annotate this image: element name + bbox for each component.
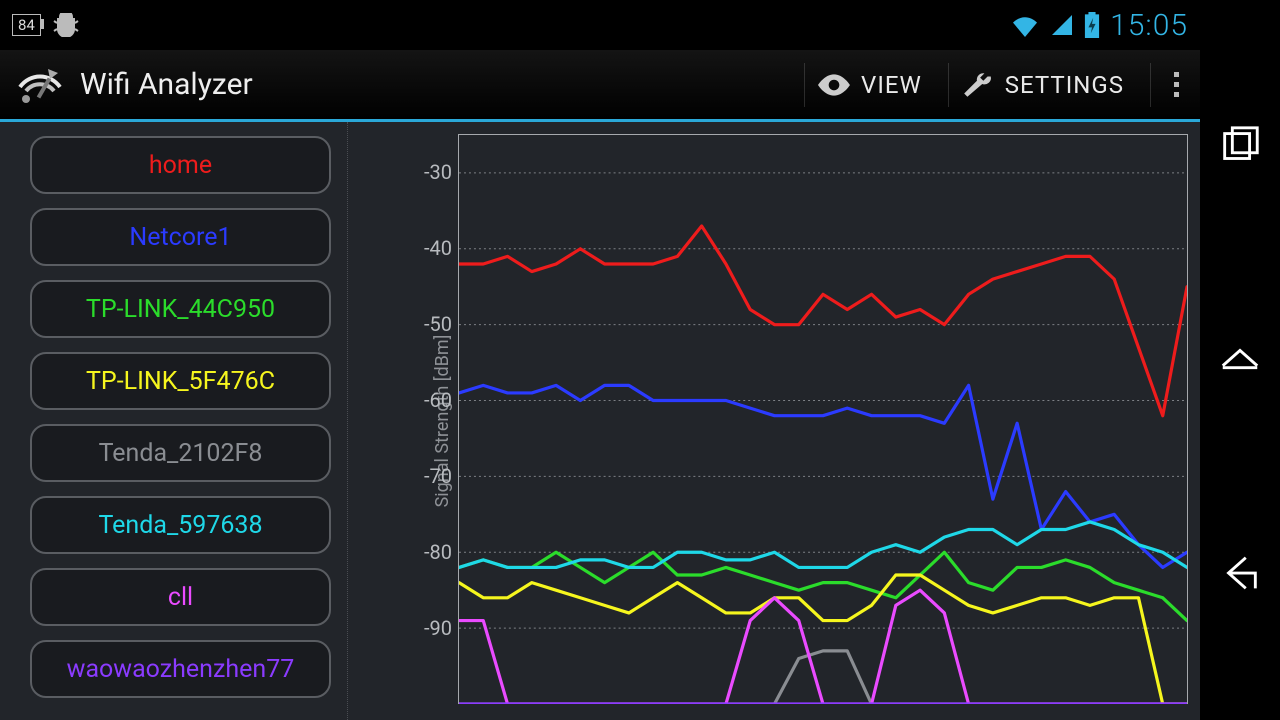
network-item[interactable]: TP-LINK_5F476C xyxy=(30,352,331,410)
network-name: cll xyxy=(168,583,193,612)
y-tick-label: -30 xyxy=(424,160,452,184)
network-item[interactable]: Tenda_2102F8 xyxy=(30,424,331,482)
y-tick-label: -60 xyxy=(424,388,452,412)
app-title: Wifi Analyzer xyxy=(80,67,790,102)
y-tick-label: -70 xyxy=(424,464,452,488)
signal-chart xyxy=(458,134,1188,704)
y-tick-label: -80 xyxy=(424,540,452,564)
y-tick-label: -40 xyxy=(424,236,452,260)
recent-apps-icon[interactable] xyxy=(1217,124,1263,170)
wrench-icon xyxy=(961,71,995,99)
y-tick-label: -90 xyxy=(424,616,452,640)
network-name: Tenda_2102F8 xyxy=(99,439,263,468)
system-nav-bar xyxy=(1200,0,1280,720)
network-name: TP-LINK_44C950 xyxy=(86,295,275,324)
app-icon xyxy=(14,63,66,107)
battery-level-box: 84 xyxy=(12,14,41,36)
battery-charging-icon xyxy=(1084,12,1100,38)
network-name: Tenda_597638 xyxy=(98,511,262,540)
network-name: TP-LINK_5F476C xyxy=(86,367,275,396)
action-bar: Wifi Analyzer VIEW SETTINGS xyxy=(0,50,1200,122)
wifi-status-icon xyxy=(1010,13,1040,37)
network-item[interactable]: Tenda_597638 xyxy=(30,496,331,554)
chart-area[interactable]: Signal Strength [dBm] -30-40-50-60-70-80… xyxy=(348,122,1200,720)
main-content: home Netcore1 TP-LINK_44C950 TP-LINK_5F476C… xyxy=(0,122,1200,720)
eye-icon xyxy=(817,71,851,99)
settings-label: SETTINGS xyxy=(1005,71,1124,99)
home-icon[interactable] xyxy=(1217,337,1263,383)
network-item[interactable]: cll xyxy=(30,568,331,626)
cell-signal-icon xyxy=(1050,13,1074,37)
network-item[interactable]: Netcore1 xyxy=(30,208,331,266)
series-line xyxy=(459,590,1187,704)
android-status-bar: 84 15:05 xyxy=(0,0,1200,50)
view-label: VIEW xyxy=(861,71,922,99)
network-name: Netcore1 xyxy=(129,223,231,252)
series-line xyxy=(459,575,1187,704)
android-debug-icon xyxy=(51,13,81,37)
network-name: waowaozhenzhen77 xyxy=(67,655,295,684)
network-item[interactable]: home xyxy=(30,136,331,194)
network-item[interactable]: TP-LINK_44C950 xyxy=(30,280,331,338)
series-line xyxy=(459,651,1187,704)
overflow-menu-button[interactable] xyxy=(1150,63,1190,107)
back-icon[interactable] xyxy=(1217,550,1263,596)
network-item[interactable]: waowaozhenzhen77 xyxy=(30,640,331,698)
network-list: home Netcore1 TP-LINK_44C950 TP-LINK_5F476C… xyxy=(0,122,348,720)
network-name: home xyxy=(149,151,212,180)
clock: 15:05 xyxy=(1110,8,1188,43)
y-tick-label: -50 xyxy=(424,312,452,336)
settings-button[interactable]: SETTINGS xyxy=(948,63,1136,107)
series-line xyxy=(459,226,1187,416)
view-button[interactable]: VIEW xyxy=(804,63,934,107)
